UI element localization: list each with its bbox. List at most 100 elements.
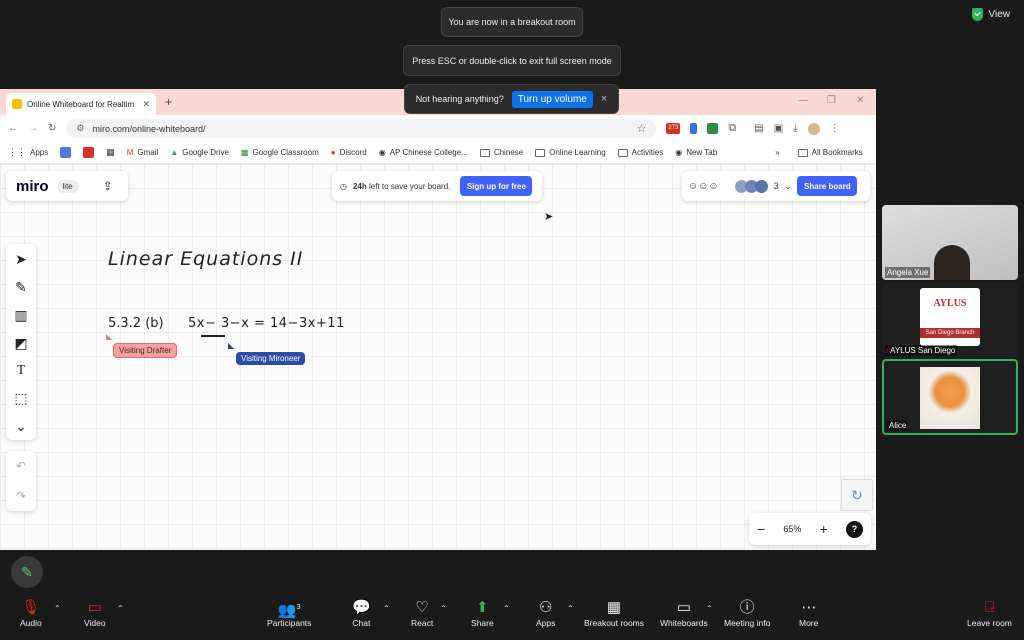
apps-label: Apps <box>536 618 556 628</box>
bookmark-chinese[interactable]: Chinese <box>479 148 523 157</box>
share-options-caret[interactable]: ⌃ <box>503 604 510 613</box>
video-label: Video <box>84 618 106 628</box>
collaborator-avatar[interactable] <box>754 179 768 193</box>
more-tools-icon[interactable]: ⌄ <box>7 412 35 440</box>
annotate-pen-button[interactable]: ✎ <box>11 556 43 588</box>
apps-options-caret[interactable]: ⌃ <box>567 604 574 613</box>
bookmark-discord[interactable]: ● Discord <box>331 148 367 157</box>
video-button[interactable]: ▭ Video <box>84 598 106 628</box>
audio-button[interactable]: 🎙 Audio <box>20 598 42 628</box>
all-bookmarks[interactable]: All Bookmarks <box>797 148 863 157</box>
whiteboards-options-caret[interactable]: ⌃ <box>706 604 713 613</box>
bookmark-apps[interactable]: ⋮⋮ Apps <box>8 147 48 158</box>
bookmark-grid-icon[interactable]: ▦ <box>106 147 115 158</box>
bookmark-icon-blue[interactable] <box>60 147 72 158</box>
muted-mic-icon: ⁄ <box>887 346 889 355</box>
bookmark-star-icon[interactable]: ☆ <box>637 122 647 135</box>
bookmarks-overflow-icon[interactable]: » <box>775 148 779 157</box>
zoom-controls: − 65% + ? <box>749 513 871 545</box>
bookmark-google-classroom[interactable]: ▩ Google Classroom <box>241 148 319 157</box>
meeting-info-button[interactable]: ⓘ Meeting info <box>724 598 770 628</box>
audio-options-caret[interactable]: ⌃ <box>54 604 61 613</box>
sticky-note-icon[interactable]: ◩ <box>7 329 35 357</box>
miro-logo[interactable]: miro <box>16 178 49 195</box>
back-icon[interactable]: ← <box>8 123 18 134</box>
pen-icon[interactable]: ✎ <box>7 274 35 302</box>
classroom-icon: ▩ <box>240 148 249 157</box>
chat-icon: 💬 <box>352 599 371 616</box>
board-title[interactable]: Linear Equations II <box>108 248 303 270</box>
bookmark-gmail[interactable]: M Gmail <box>127 148 159 157</box>
extensions-puzzle-icon[interactable]: ⧉ <box>728 122 736 135</box>
new-tab-button[interactable]: + <box>165 95 172 109</box>
apps-button[interactable]: ⚇ Apps <box>536 598 555 628</box>
profile-avatar[interactable] <box>807 122 820 135</box>
bookmark-new-tab[interactable]: ◉ New Tab <box>675 148 717 157</box>
downloads-icon[interactable]: ⤓ <box>793 123 797 134</box>
leave-room-button[interactable]: ⍈ Leave room <box>967 598 1012 628</box>
maximize-icon[interactable]: ❐ <box>827 95 836 106</box>
react-options-caret[interactable]: ⌃ <box>440 604 447 613</box>
chat-button[interactable]: 💬 Chat <box>352 598 371 628</box>
participants-button[interactable]: 👥3 Participants <box>267 598 311 628</box>
share-board-button[interactable]: Share board <box>797 176 858 196</box>
cast-icon[interactable]: ▣ <box>774 123 783 134</box>
minimize-icon[interactable]: — <box>798 95 808 106</box>
share-button[interactable]: ⬆ Share <box>471 598 494 628</box>
bookmark-online-learning[interactable]: Online Learning <box>535 148 606 157</box>
aylus-logo-title: AYLUS <box>933 298 967 309</box>
equation[interactable]: 5x− 3−x = 14−3x+11 <box>188 316 345 331</box>
bookmark-icon-red[interactable] <box>83 147 95 158</box>
cursor-tag-drafter: Visiting Drafter <box>113 343 178 358</box>
participant-name: ⁄ AYLUS San Diego <box>885 345 958 356</box>
zoom-in-button[interactable]: + <box>820 521 828 537</box>
video-options-caret[interactable]: ⌃ <box>117 604 124 613</box>
whiteboards-button[interactable]: ▭ Whiteboards <box>660 598 708 628</box>
undo-icon[interactable]: ↶ <box>16 459 26 473</box>
zoom-out-button[interactable]: − <box>757 521 765 537</box>
bookmark-activities[interactable]: Activities <box>617 148 663 157</box>
breakout-rooms-button[interactable]: ▦ Breakout rooms <box>584 598 644 628</box>
extension-icon-3[interactable] <box>707 123 719 134</box>
redo-icon[interactable]: ↷ <box>16 489 26 503</box>
chevron-down-icon[interactable]: ⌄ <box>785 182 792 191</box>
browser-menu-icon[interactable]: ⋮ <box>830 123 840 134</box>
turn-up-volume-button[interactable]: Turn up volume <box>511 90 593 108</box>
underline-mark <box>201 335 225 337</box>
url-field[interactable]: ⚙ miro.com/online-whiteboard/ ☆ <box>66 119 657 138</box>
close-icon[interactable]: × <box>601 93 607 105</box>
reload-icon[interactable]: ↻ <box>48 123 56 134</box>
chat-options-caret[interactable]: ⌃ <box>383 604 390 613</box>
problem-label[interactable]: 5.3.2 (b) <box>108 316 164 331</box>
react-button[interactable]: ♡ React <box>411 598 433 628</box>
calendar-extension-icon[interactable]: 273 <box>666 123 681 134</box>
templates-icon[interactable]: ▥ <box>7 301 35 329</box>
select-cursor-icon[interactable]: ➤ <box>7 246 35 274</box>
forward-icon[interactable]: → <box>28 123 38 134</box>
share-label: Share <box>471 618 494 628</box>
clock-icon: ◷ <box>340 181 347 191</box>
more-button[interactable]: ⋯ More <box>799 598 818 628</box>
participant-tile[interactable]: AYLUS San Diego Branch ⁄ AYLUS San Diego <box>882 283 1018 358</box>
sign-up-button[interactable]: Sign up for free <box>460 176 533 196</box>
apps-icon: ⚇ <box>538 599 553 616</box>
extension-icon-2[interactable] <box>690 123 698 134</box>
recaptcha-badge: ↻ <box>841 479 873 511</box>
view-button[interactable]: View <box>971 8 1010 21</box>
help-button[interactable]: ? <box>846 520 863 538</box>
bookmark-ap-chinese[interactable]: ◉ AP Chinese College... <box>379 148 468 157</box>
participant-tile[interactable]: Angela Xue <box>882 205 1018 280</box>
shapes-icon[interactable]: ⬚ <box>7 385 35 413</box>
browser-tab[interactable]: Online Whiteboard for Realtim ✕ <box>6 93 156 115</box>
participant-tile-active[interactable]: Alice <box>882 359 1018 435</box>
reactions-icon[interactable]: ☺☺☺ <box>688 181 719 192</box>
export-icon[interactable]: ⇪ <box>103 179 113 193</box>
text-tool-icon[interactable]: T <box>7 357 35 385</box>
reading-list-icon[interactable]: ▤ <box>754 123 763 134</box>
bookmark-google-drive[interactable]: ▲ Google Drive <box>170 148 229 157</box>
chat-label: Chat <box>352 618 371 628</box>
tab-close-icon[interactable]: ✕ <box>142 99 150 110</box>
close-window-icon[interactable]: ✕ <box>856 95 864 106</box>
miro-board-canvas[interactable]: miro lite ⇪ ◷ 24h left to save your boar… <box>0 164 876 550</box>
zoom-level[interactable]: 65% <box>783 524 801 534</box>
